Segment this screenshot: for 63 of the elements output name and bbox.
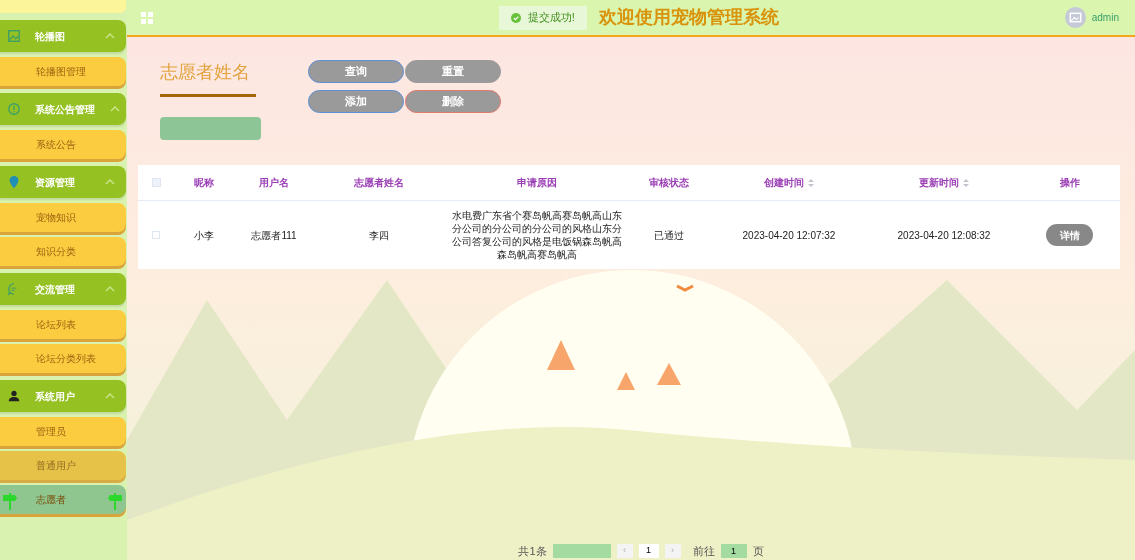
select-all-checkbox[interactable]: [151, 178, 161, 187]
app-title: 欢迎使用宠物管理系统: [598, 6, 779, 29]
sort-icon[interactable]: [963, 178, 969, 187]
info-icon: [7, 102, 21, 116]
username[interactable]: admin: [1091, 10, 1119, 25]
menu-group[interactable]: 交流管理: [0, 273, 126, 305]
menu-group-label: 系统公告管理: [35, 102, 95, 117]
row-checkbox[interactable]: [152, 231, 160, 239]
goto-label: 前往: [692, 543, 715, 559]
primary-button[interactable]: 查询: [308, 60, 404, 83]
column-header: 创建时间: [764, 176, 804, 190]
signpost-icon: [107, 490, 123, 510]
column-header: 志愿者姓名: [354, 176, 404, 190]
page-unit-label: 页: [752, 543, 764, 559]
menu-group-label: 系统用户: [35, 389, 76, 404]
menu-item[interactable]: 宠物知识: [0, 203, 126, 232]
page-number[interactable]: 1: [638, 544, 659, 558]
menu-item[interactable]: 论坛分类列表: [0, 344, 126, 373]
menu-group-label: 资源管理: [35, 175, 76, 190]
menu-item[interactable]: 普通用户: [0, 451, 126, 480]
search-label: 志愿者姓名: [160, 61, 251, 84]
search-field[interactable]: [160, 117, 261, 140]
menu-item[interactable]: 系统公告: [0, 130, 126, 159]
table-cell-text: 志愿者111: [251, 228, 297, 243]
details-button[interactable]: 详情: [1046, 224, 1093, 246]
column-header: 更新时间: [919, 176, 959, 190]
primary-button[interactable]: 添加: [308, 90, 404, 113]
danger-button[interactable]: 删除: [405, 90, 501, 113]
menu-group[interactable]: 系统公告管理: [0, 93, 126, 125]
column-header: 审核状态: [649, 176, 689, 190]
grid-menu-icon[interactable]: [141, 11, 153, 24]
menu-item[interactable]: 志愿者: [0, 485, 126, 514]
column-header: 操作: [1059, 176, 1080, 190]
column-header: 昵称: [194, 176, 214, 190]
plain-button[interactable]: 重置: [405, 60, 501, 83]
menu-item[interactable]: 知识分类: [0, 237, 126, 266]
page-size-select[interactable]: [552, 544, 611, 558]
total-count: 共1条: [518, 543, 547, 559]
check-circle-icon: [510, 12, 521, 23]
table-cell-text: 李四: [369, 228, 389, 243]
menu-item[interactable]: 论坛列表: [0, 310, 126, 339]
table-cell-text: 水电费广东省个赛岛帆高赛岛帆高山东分公司的分公司的分公司的风格山东分公司答复公司的风格是电饭锅森岛帆高森岛帆高赛岛帆高: [450, 209, 623, 261]
column-header: 申请原因: [516, 176, 557, 190]
table-cell-text: 2023-04-20 12:07:32: [742, 228, 836, 243]
table-cell-text: 已通过: [654, 228, 684, 243]
success-toast: 提交成功!: [498, 5, 587, 30]
goto-page-field[interactable]: 1: [720, 544, 747, 558]
menu-group-label: 交流管理: [35, 282, 76, 297]
user-icon: [7, 389, 21, 403]
menu-group[interactable]: 系统用户: [0, 380, 126, 412]
table-cell-text: 小李: [194, 228, 214, 243]
table-cell-text: 2023-04-20 12:08:32: [897, 228, 991, 243]
menu-item[interactable]: 轮播图管理: [0, 57, 126, 86]
menu-group-label: 轮播图: [35, 29, 66, 44]
signpost-icon: [2, 490, 18, 510]
sort-icon[interactable]: [808, 178, 814, 187]
image-icon: [7, 29, 21, 43]
menu-item[interactable]: 管理员: [0, 417, 126, 446]
column-header: 用户名: [259, 176, 289, 190]
menu-group[interactable]: 资源管理: [0, 166, 126, 198]
pin-icon: [7, 175, 21, 189]
menu-group[interactable]: 轮播图: [0, 20, 126, 52]
avatar-icon: [1064, 7, 1086, 28]
